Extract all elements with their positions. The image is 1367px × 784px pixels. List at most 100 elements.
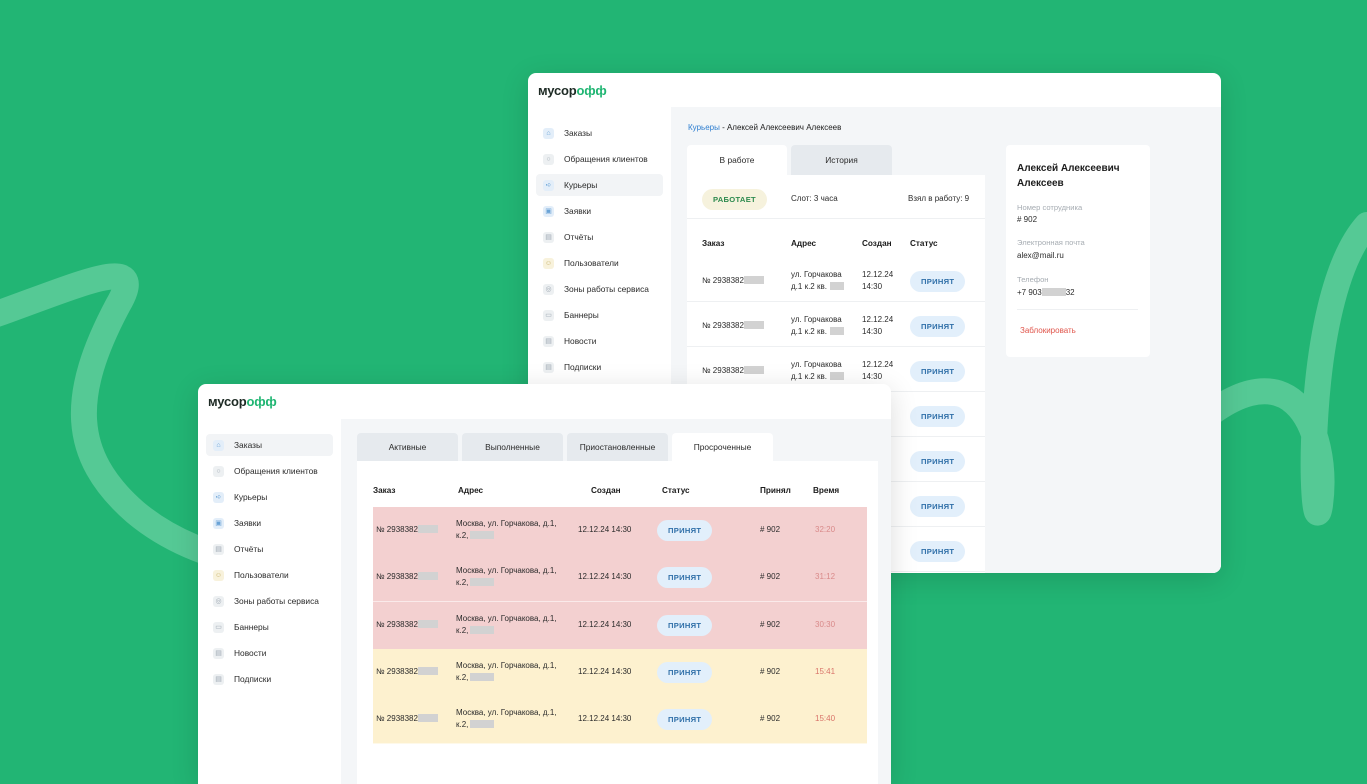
overdue-time: 15:41 [815,666,836,676]
breadcrumb-parent[interactable]: Курьеры [688,123,720,132]
sidebar-item[interactable]: ➪ Курьеры [536,174,663,196]
order-link[interactable]: № 2938382 [376,619,438,631]
created-day: 12.12.24 [862,360,894,369]
order-link[interactable]: № 2938382 [376,571,438,583]
table-row[interactable]: № 2938382 Москва, ул. Горчакова, д.1, к.2,… [373,507,867,555]
sidebar-item[interactable]: ☺ Пользователи [536,252,663,274]
address-line2-text: д.1 к.2 кв. [791,372,827,381]
order-link[interactable]: № 2938382 [376,524,438,536]
table-row[interactable]: № 2938382 Москва, ул. Горчакова, д.1, к.2,… [373,554,867,603]
sidebar-item[interactable]: ▭ Баннеры [206,616,333,638]
order-number: № 2938382 [702,321,744,330]
divider [687,218,985,219]
sidebar-item[interactable]: ▣ Заявки [206,512,333,534]
email-label: Электронная почта [1017,238,1085,247]
col-order: Заказ [373,486,396,495]
accepted-link[interactable]: # 902 [760,524,780,536]
tab-in-work[interactable]: В работе [687,145,787,175]
logo[interactable]: мусорофф [208,394,277,409]
status-badge: РАБОТАЕТ [702,189,767,210]
address-line1: Москва, ул. Горчакова, д.1, [456,660,557,670]
order-link[interactable]: № 2938382 [376,666,438,678]
sidebar-item[interactable]: ▤ Подписки [206,668,333,690]
order-link[interactable]: № 2938382 [702,275,764,287]
sidebar-item[interactable]: ➪ Курьеры [206,486,333,508]
sidebar-item[interactable]: ▤ Новости [536,330,663,352]
sidebar-item-label: Подписки [234,674,272,684]
employee-value: # 902 [1017,215,1038,224]
sidebar-item-label: Курьеры [564,180,598,190]
sidebar-item[interactable]: ○ Обращения клиентов [206,460,333,482]
status-badge: ПРИНЯТ [910,541,966,562]
sidebar-item[interactable]: ⌂ Заказы [206,434,333,456]
reports-icon: ▤ [543,231,554,243]
created-datetime: 12.12.24 14:30 [578,666,632,676]
sidebar-item[interactable]: ▤ Подписки [536,356,663,378]
masked-apartment [470,672,495,681]
masked-apartment [470,625,495,634]
order-link[interactable]: № 2938382 [702,365,764,377]
sidebar-item-label: Баннеры [234,622,269,632]
overdue-time: 15:40 [815,714,836,724]
address-line2-text: к.2, [456,672,469,682]
address: Москва, ул. Горчакова, д.1, к.2, [456,707,557,731]
sidebar-item-label: Пользователи [564,258,619,268]
table-row[interactable]: № 2938382 Москва, ул. Горчакова, д.1, к.2,… [373,648,867,697]
sidebar-item[interactable]: ▤ Отчёты [206,538,333,560]
accepted-link[interactable]: # 902 [760,619,780,631]
accepted-link[interactable]: # 902 [760,713,780,725]
status-badge: ПРИНЯТ [910,316,966,337]
requests-icon: ▣ [213,517,224,529]
accepted-link[interactable]: # 902 [760,571,780,583]
address-line2-text: д.1 к.2 кв. [791,327,827,336]
masked-digits [743,321,764,329]
masked-digits [417,714,438,723]
sidebar-item[interactable]: ⌂ Заказы [536,122,663,144]
profile-card: Алексей Алексеевич Алексеев Номер сотруд… [1006,145,1150,357]
table-row[interactable]: № 2938382 Москва, ул. Горчакова, д.1, к.2,… [373,601,867,650]
status-badge: ПРИНЯТ [910,451,966,472]
tab-history[interactable]: История [791,145,892,175]
tab-active[interactable]: Активные [357,433,458,461]
sidebar-item[interactable]: ▭ Баннеры [536,304,663,326]
courier-icon: ➪ [543,179,554,191]
address-line1: ул. Горчакова [791,270,842,279]
status-badge: ПРИНЯТ [657,709,713,731]
sidebar-item[interactable]: ○ Обращения клиентов [536,148,663,170]
sidebar-item[interactable]: ▤ Новости [206,642,333,664]
address-line1: Москва, ул. Горчакова, д.1, [456,613,557,623]
masked-digits [743,276,764,284]
table-row[interactable]: № 2938382 Москва, ул. Горчакова, д.1, к.2,… [373,696,867,745]
sidebar-item[interactable]: ▣ Заявки [536,200,663,222]
taken-text: Взял в работу: 9 [908,194,970,203]
sidebar-item-label: Новости [564,336,597,346]
block-button[interactable]: Заблокировать [1020,325,1076,337]
order-link[interactable]: № 2938382 [376,713,438,725]
tab-completed[interactable]: Выполненные [462,433,563,461]
order-number: № 2938382 [376,666,418,676]
sidebar-item[interactable]: ◎ Зоны работы сервиса [206,590,333,612]
status-badge: ПРИНЯТ [657,661,713,683]
sidebar-item[interactable]: ☺ Пользователи [206,564,333,586]
sidebar-item[interactable]: ◎ Зоны работы сервиса [536,278,663,300]
tab-suspended[interactable]: Приостановленные [567,433,668,461]
sidebar: ⌂ Заказы ○ Обращения клиентов ➪ Курьеры ▣ Заявк… [206,434,333,694]
created-time: 14:30 [862,372,883,381]
masked-digits [743,366,764,374]
address: ул. Горчакова д.1 к.2 кв. [791,359,844,383]
logo[interactable]: мусорофф [538,83,607,98]
masked-apartment [829,282,844,290]
subscriptions-icon: ▤ [213,673,224,685]
order-link[interactable]: № 2938382 [702,320,764,332]
sidebar-item[interactable]: ▤ Отчёты [536,226,663,248]
address-line2-text: д.1 к.2 кв. [791,282,827,291]
accepted-link[interactable]: # 902 [760,666,780,678]
logo-part2: офф [246,394,277,409]
address-line1: ул. Горчакова [791,315,842,324]
address: ул. Горчакова д.1 к.2 кв. [791,314,844,338]
created-time: 14:30 [862,282,883,291]
tab-overdue[interactable]: Просроченные [672,433,773,461]
breadcrumb: Курьеры - Алексей Алексеевич Алексеев [688,123,841,132]
created-datetime: 12.12.24 14:30 [578,572,632,582]
masked-apartment [829,327,844,335]
